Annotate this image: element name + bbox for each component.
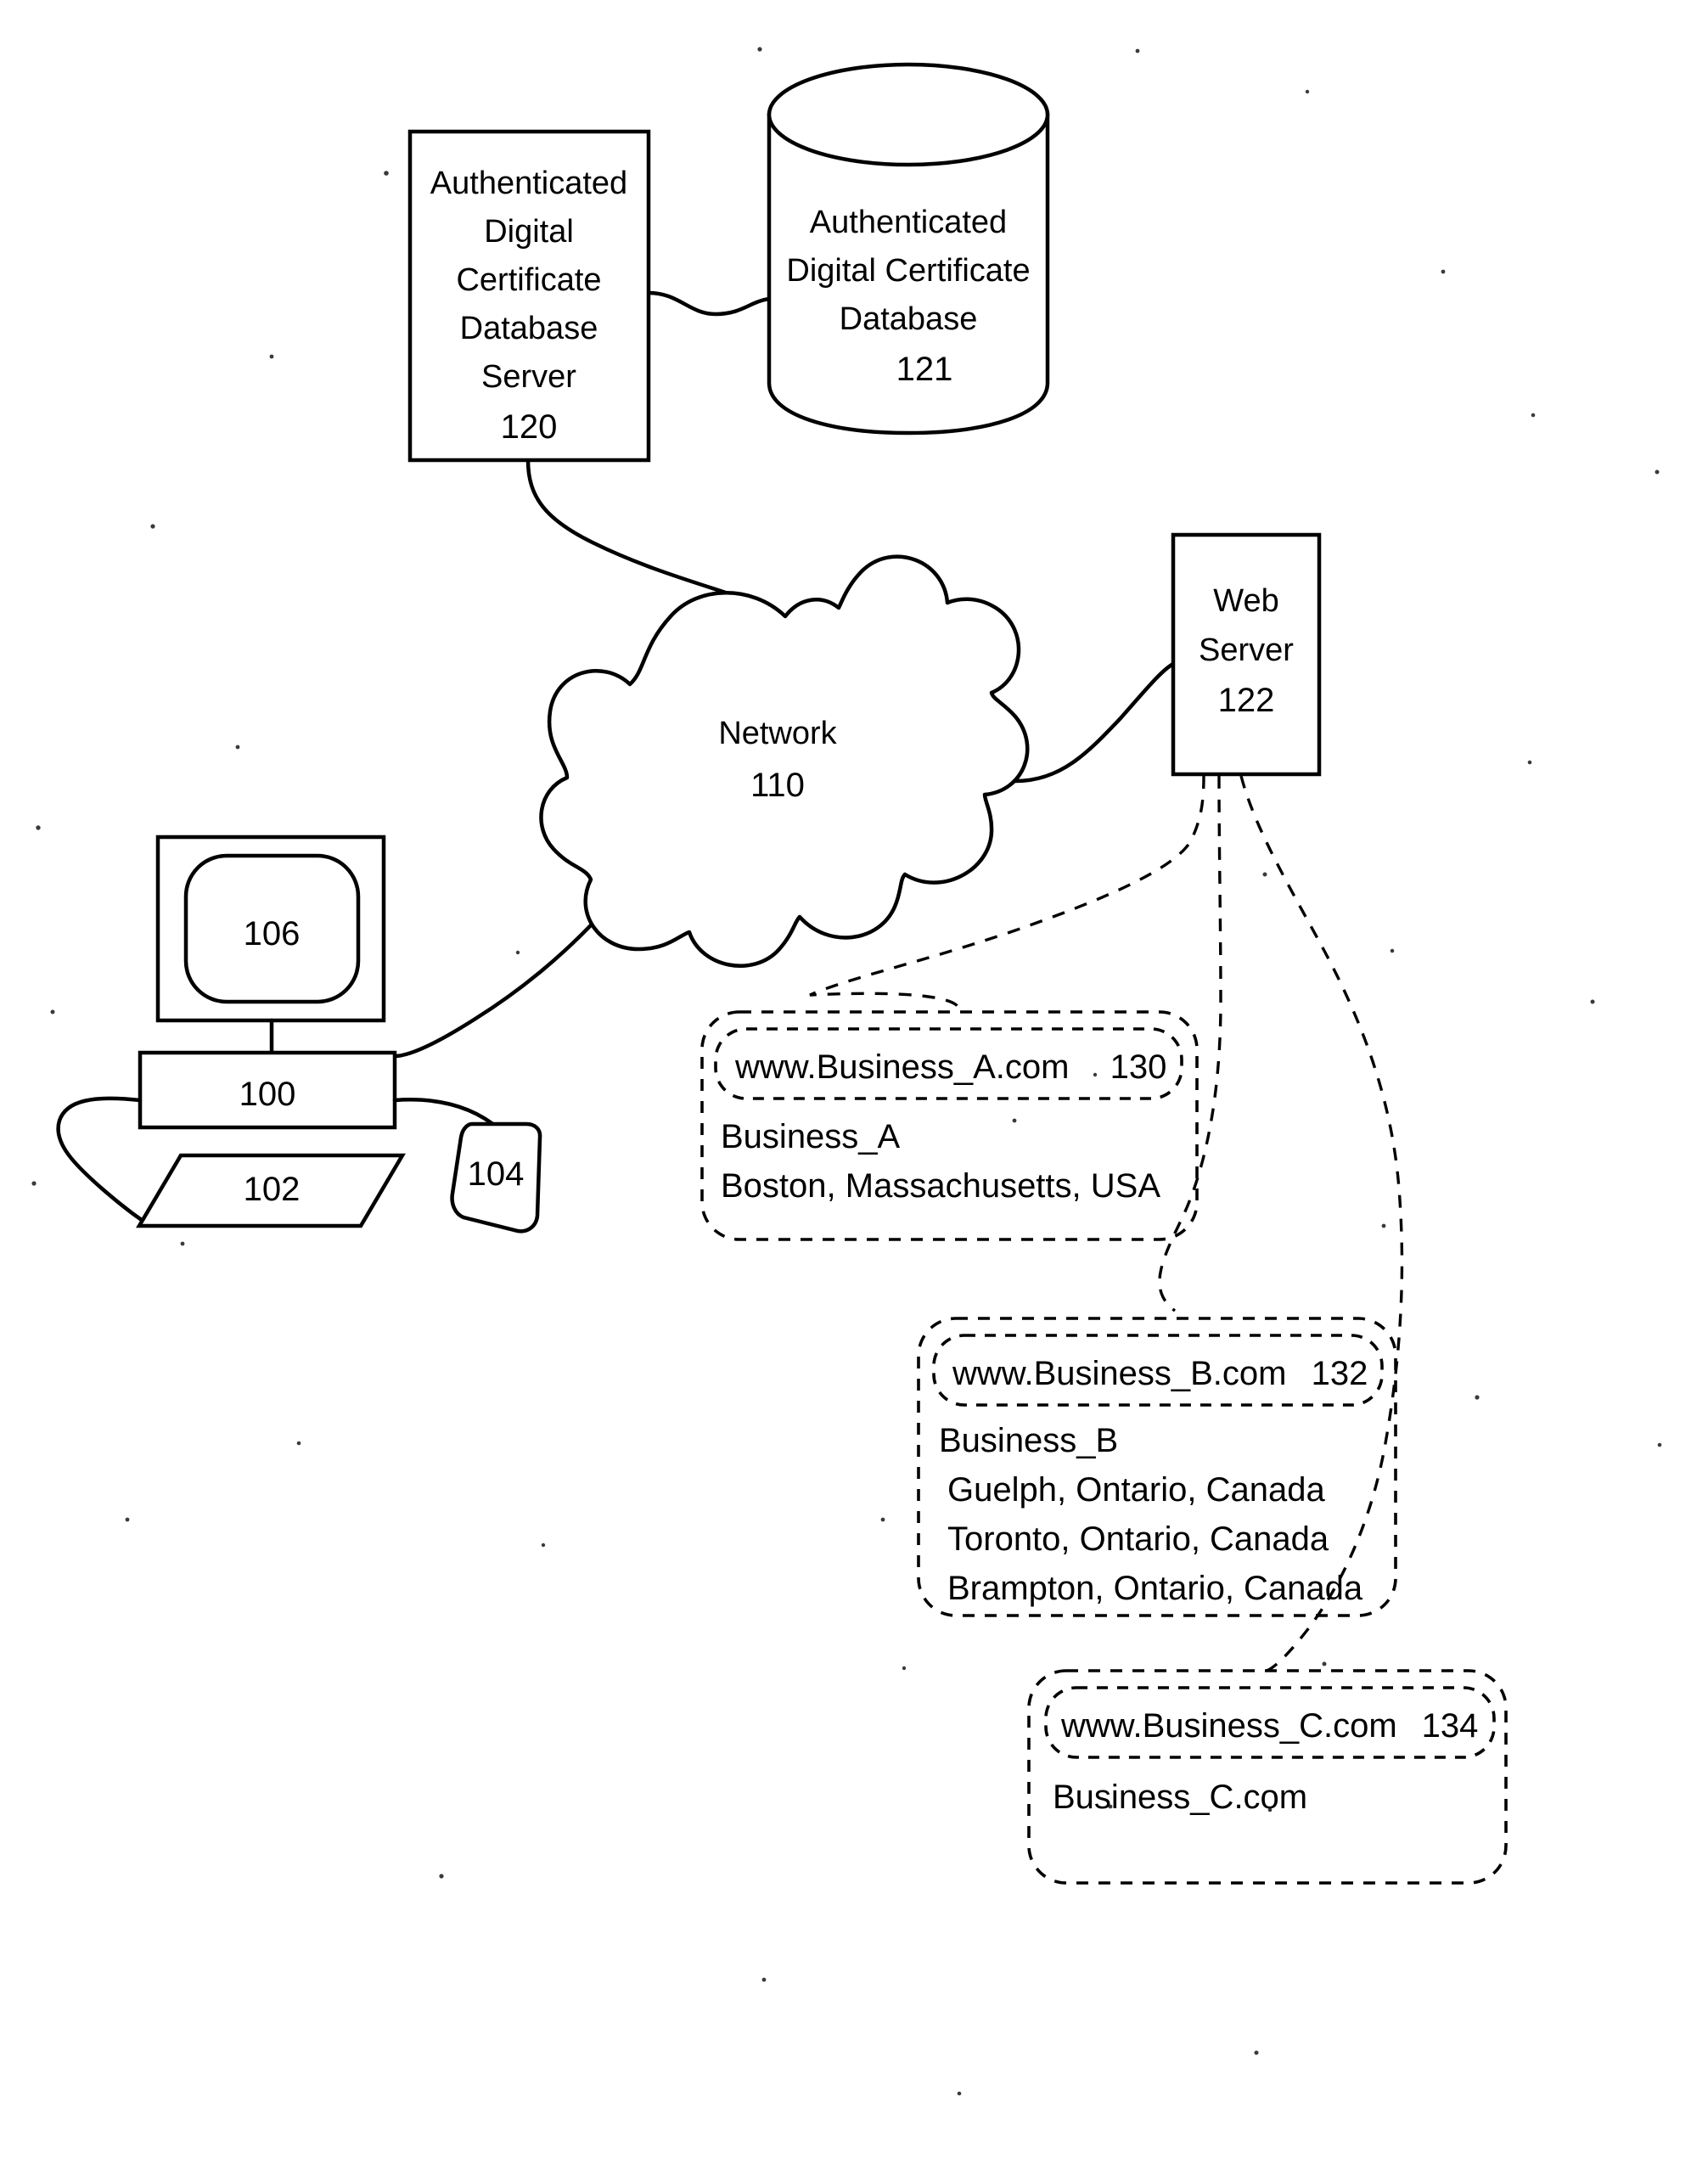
cert-db-line-3: Database xyxy=(840,301,978,337)
business-b-body-line-1: Business_B xyxy=(939,1422,1118,1459)
business-c-outer-border[interactable] xyxy=(1027,1669,1508,1885)
business-b-ref: 132 xyxy=(1312,1355,1368,1392)
business-b-body-line-3: Toronto, Ontario, Canada xyxy=(947,1520,1329,1558)
link-server-to-network xyxy=(525,458,788,619)
keyboard-node[interactable]: 102 xyxy=(136,1153,406,1228)
network-cloud-shape[interactable] xyxy=(539,554,1030,968)
business-c-body-line-1: Business_C.com xyxy=(1053,1779,1307,1816)
website-card-business-a[interactable]: www.Business_A.com 130 Business_A Boston… xyxy=(700,1010,1199,1241)
cert-db-server-line-5: Server xyxy=(481,359,576,395)
cert-db-server-node[interactable]: Authenticated Digital Certificate Databa… xyxy=(407,129,651,463)
web-server-line-2: Server xyxy=(1199,632,1294,668)
business-a-body-line-1: Business_A xyxy=(721,1118,901,1155)
monitor-ref: 106 xyxy=(244,915,301,953)
cert-db-server-line-2: Digital xyxy=(484,214,574,250)
keyboard-cable xyxy=(56,1096,151,1227)
business-a-url: www.Business_A.com xyxy=(734,1048,1069,1086)
diagram-canvas: Authenticated Digital Certificate Databa… xyxy=(31,47,1662,2096)
business-b-body-line-4: Brampton, Ontario, Canada xyxy=(947,1570,1363,1607)
cert-db-server-line-4: Database xyxy=(460,311,598,346)
web-server-ref: 122 xyxy=(1218,682,1275,719)
patent-figure: Authenticated Digital Certificate Databa… xyxy=(0,0,1708,2158)
business-a-body-line-2: Boston, Massachusetts, USA xyxy=(721,1167,1160,1205)
cert-db-server-ref: 120 xyxy=(501,408,558,446)
computer-ref: 100 xyxy=(239,1076,296,1113)
cert-db-cylinder-node[interactable]: Authenticated Digital Certificate Databa… xyxy=(767,62,1050,436)
web-server-node[interactable]: Web Server 122 xyxy=(1171,532,1322,777)
business-c-url: www.Business_C.com xyxy=(1060,1707,1397,1745)
mouse-ref: 104 xyxy=(468,1155,525,1193)
business-b-body-line-2: Guelph, Ontario, Canada xyxy=(947,1471,1325,1509)
link-server-to-database xyxy=(646,290,772,317)
business-b-url: www.Business_B.com xyxy=(952,1355,1286,1392)
web-server-line-1: Web xyxy=(1213,583,1278,619)
business-c-ref: 134 xyxy=(1422,1707,1479,1745)
keyboard-ref: 102 xyxy=(244,1171,301,1208)
cert-db-ref: 121 xyxy=(896,351,953,388)
business-a-ref: 130 xyxy=(1110,1048,1167,1086)
monitor-node[interactable]: 106 xyxy=(155,835,386,1023)
cert-db-line-1: Authenticated xyxy=(810,205,1007,240)
network-ref: 110 xyxy=(750,767,805,804)
link-network-to-webserver xyxy=(1013,661,1176,784)
network-cloud-node[interactable]: Network 110 xyxy=(539,554,1030,968)
link-webserver-to-business-b xyxy=(1158,775,1222,1312)
website-card-business-b[interactable]: www.Business_B.com 132 Business_B Guelph… xyxy=(917,1317,1397,1617)
computer-node[interactable]: 100 xyxy=(138,1050,397,1130)
mouse-node[interactable]: 104 xyxy=(450,1121,542,1234)
cert-db-cylinder-top xyxy=(767,62,1050,167)
cert-db-server-line-3: Certificate xyxy=(456,262,601,298)
website-card-business-c[interactable]: www.Business_C.com 134 Business_C.com xyxy=(1027,1669,1508,1885)
cert-db-server-line-1: Authenticated xyxy=(430,166,627,201)
cert-db-line-2: Digital Certificate xyxy=(786,253,1030,289)
network-label: Network xyxy=(718,716,837,751)
